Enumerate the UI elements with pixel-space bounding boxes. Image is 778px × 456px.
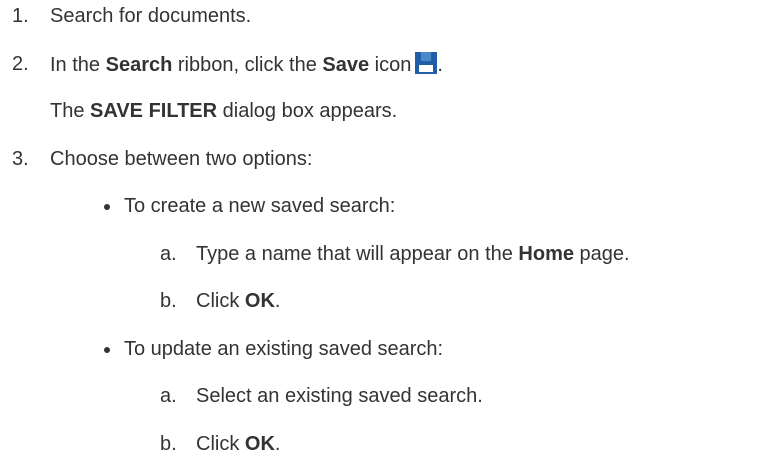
step-text: In the Search ribbon, click the Save ico…: [50, 51, 443, 76]
substep-letter: b.: [160, 290, 177, 312]
step-number: 3.: [12, 147, 29, 170]
bullet-icon: [104, 346, 110, 353]
step-text: Search for documents.: [50, 5, 252, 27]
substep-letter: b.: [160, 432, 177, 455]
step-number: 1.: [12, 5, 29, 27]
substep-letter: a.: [160, 385, 177, 407]
substep-text: Click OK.: [196, 290, 281, 312]
option-text: To update an existing saved search:: [124, 337, 444, 360]
bullet-icon: [104, 204, 110, 210]
option-create: To create a new saved search:: [0, 194, 778, 218]
substep-letter: a.: [160, 242, 177, 265]
substep-text: Click OK.: [196, 432, 281, 455]
substep-text: Type a name that will appear on the Home…: [196, 242, 630, 265]
step-text: Choose between two options:: [50, 147, 313, 170]
step-number: 2.: [12, 52, 29, 75]
substep-text: Select an existing saved search.: [196, 385, 483, 407]
save-icon: [415, 51, 438, 74]
option-text: To create a new saved search:: [124, 195, 396, 217]
